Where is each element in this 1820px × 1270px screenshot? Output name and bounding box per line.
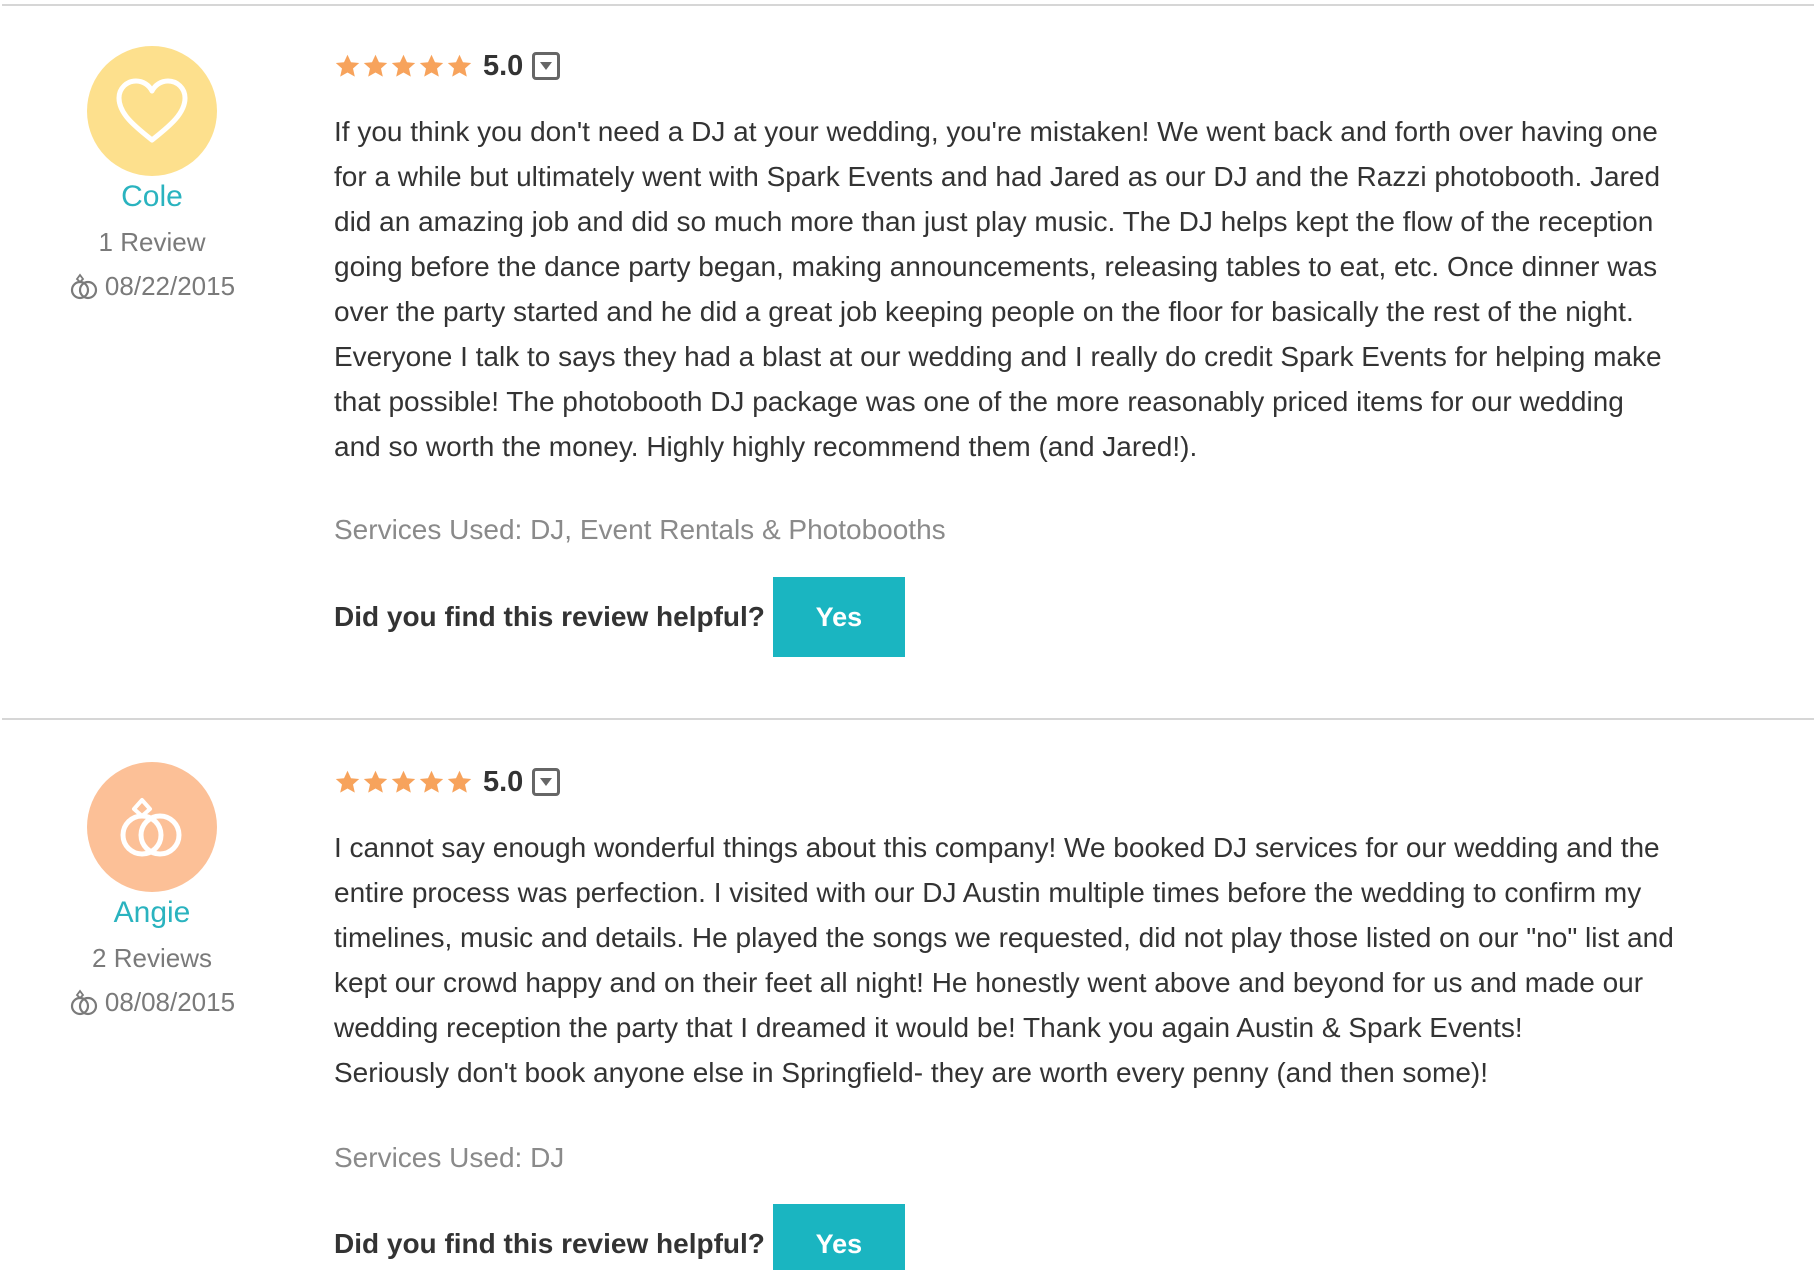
helpful-yes-button[interactable]: Yes	[772, 577, 905, 657]
rings-icon	[70, 989, 98, 1015]
review-text-line: Seriously don't book anyone else in Spri…	[334, 1057, 1489, 1088]
review-text-line: did an amazing job and did so much more …	[334, 206, 1654, 237]
helpful-prompt: Did you find this review helpful? Yes	[334, 577, 905, 657]
star-icon	[447, 54, 472, 77]
star-icon	[447, 770, 472, 793]
review-text-line: Everyone I talk to says they had a blast…	[334, 341, 1662, 372]
review-text-line: that possible! The photobooth DJ package…	[334, 386, 1624, 417]
review-text-line: kept our crowd happy and on their feet a…	[334, 967, 1644, 998]
rating-details-toggle[interactable]	[532, 768, 561, 796]
divider	[2, 718, 1814, 720]
rating: 5.0	[334, 762, 561, 802]
star-icon	[335, 770, 360, 793]
rating-details-toggle[interactable]	[532, 52, 561, 80]
review-count: 1 Review	[98, 227, 206, 257]
rings-icon	[120, 798, 182, 857]
caret-down-icon	[540, 62, 553, 70]
rating-value: 5.0	[483, 49, 524, 82]
review-text-line: wedding reception the party that I dream…	[334, 1012, 1523, 1043]
wedding-date-text: 08/08/2015	[104, 987, 236, 1017]
star-icon	[363, 770, 388, 793]
helpful-prompt: Did you find this review helpful? Yes	[334, 1204, 905, 1270]
avatar	[87, 46, 217, 176]
rating: 5.0	[334, 46, 561, 86]
helpful-question: Did you find this review helpful?	[334, 1228, 765, 1259]
review-text-line: over the party started and he did a grea…	[334, 296, 1634, 327]
reviews-page: Cole 1 Review 08/22/2015 5.0 If you thin…	[0, 0, 1820, 1270]
review-text-line: going before the dance party began, maki…	[334, 251, 1658, 282]
star-icon	[391, 54, 416, 77]
star-icon	[419, 770, 444, 793]
star-icon	[335, 54, 360, 77]
services-used: Services Used: DJ	[334, 1142, 565, 1173]
review-text-line: and so worth the money. Highly highly re…	[334, 431, 1198, 462]
helpful-yes-button[interactable]: Yes	[772, 1204, 905, 1270]
wedding-date-text: 08/22/2015	[104, 271, 236, 301]
divider	[2, 4, 1814, 6]
review-text-line: entire process was perfection. I visited…	[334, 877, 1642, 908]
helpful-question: Did you find this review helpful?	[334, 601, 765, 632]
review-text: I cannot say enough wonderful things abo…	[334, 825, 1774, 1095]
star-icon	[391, 770, 416, 793]
review-text-line: for a while but ultimately went with Spa…	[334, 161, 1661, 192]
caret-down-icon	[540, 778, 553, 786]
wedding-date: 08/22/2015	[0, 271, 304, 302]
star-icon	[363, 54, 388, 77]
star-rating	[334, 769, 473, 796]
review-text-line: If you think you don't need a DJ at your…	[334, 116, 1658, 147]
review-text-line: timelines, music and details. He played …	[334, 922, 1674, 953]
heart-icon	[116, 78, 188, 143]
services-used: Services Used: DJ, Event Rentals & Photo…	[334, 514, 946, 545]
rating-value: 5.0	[483, 765, 524, 798]
star-icon	[419, 54, 444, 77]
rings-icon	[70, 273, 98, 299]
star-rating	[334, 53, 473, 80]
review-text-line: I cannot say enough wonderful things abo…	[334, 832, 1660, 863]
review-text: If you think you don't need a DJ at your…	[334, 109, 1774, 469]
avatar	[87, 762, 217, 892]
reviewer-name[interactable]: Angie	[0, 896, 304, 930]
reviewer-name[interactable]: Cole	[0, 180, 304, 214]
wedding-date: 08/08/2015	[0, 987, 304, 1018]
review-count: 2 Reviews	[92, 943, 212, 973]
